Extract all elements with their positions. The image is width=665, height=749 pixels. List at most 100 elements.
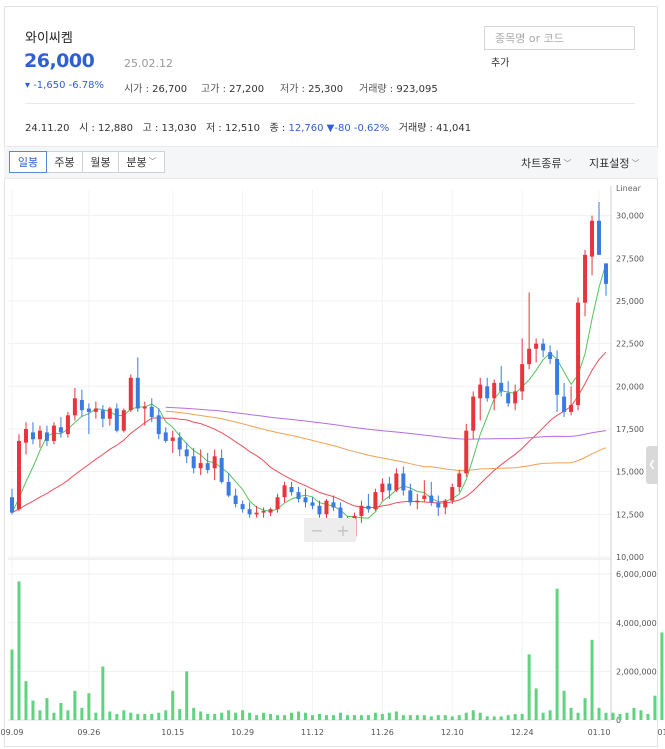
volume-tick-label: 6,000,000 — [616, 570, 657, 579]
candle-up — [492, 382, 497, 399]
volume-bar — [24, 681, 28, 720]
candle-up — [261, 510, 266, 513]
price-tick-label: 12,500 — [616, 510, 644, 519]
candle-up — [471, 396, 476, 431]
candle-down — [548, 352, 553, 359]
ma60-line — [165, 410, 607, 472]
volume-bar — [324, 715, 328, 720]
volume-bar — [73, 690, 77, 720]
candle-up — [520, 364, 525, 392]
date-tick-label: 09.09 — [1, 728, 24, 737]
candle-up — [37, 430, 42, 440]
candle-down — [191, 456, 196, 469]
tab-daily[interactable]: 일봉 — [9, 151, 47, 173]
volume-bar — [660, 632, 664, 720]
zoom-in-button[interactable]: + — [330, 518, 356, 542]
candle-up — [527, 348, 532, 365]
candle-up — [513, 391, 518, 404]
candle-down — [163, 432, 168, 441]
candle-down — [184, 449, 189, 457]
candle-up — [324, 500, 329, 515]
volume-bar — [234, 712, 238, 720]
volume-bar — [597, 707, 601, 720]
side-panel-toggle[interactable]: ❮ — [646, 446, 658, 484]
ma5-line — [11, 263, 607, 519]
candle-down — [289, 487, 294, 493]
candle-up — [422, 495, 427, 499]
volume-bar — [366, 715, 370, 720]
candle-up — [65, 415, 70, 435]
candle-down — [597, 220, 602, 255]
candle-down — [226, 481, 231, 496]
candle-up — [464, 430, 469, 474]
candle-down — [247, 509, 252, 515]
volume-bar — [66, 710, 70, 720]
ma20-line — [11, 351, 607, 514]
candle-up — [583, 254, 588, 303]
candle-up — [142, 406, 147, 409]
volume-bar — [457, 715, 461, 720]
candle-up — [282, 485, 287, 498]
volume-bar — [548, 710, 552, 720]
volume-bar — [485, 716, 489, 720]
candle-down — [485, 386, 490, 399]
volume-bar — [255, 715, 259, 720]
volume-bar — [408, 715, 412, 720]
volume-bar — [227, 710, 231, 720]
price-tick-label: 25,000 — [616, 297, 644, 306]
volume-bar — [262, 712, 266, 720]
volume-bar — [241, 710, 245, 720]
volume-bar — [394, 711, 398, 720]
zoom-out-button[interactable]: − — [304, 518, 330, 542]
volume-bar — [31, 700, 35, 720]
candle-up — [590, 220, 595, 257]
candle-down — [429, 495, 434, 503]
volume-bar — [304, 712, 308, 720]
volume-bar — [492, 716, 496, 720]
price-volume-chart[interactable]: 10,000 12,500 15,000 17,500 20,000 22,500 25,0… — [0, 0, 665, 749]
candle-up — [380, 483, 385, 493]
scale-label: Linear — [616, 184, 642, 193]
candle-down — [296, 492, 301, 499]
candle-up — [72, 398, 77, 416]
candle-up — [107, 408, 112, 419]
volume-bar — [269, 713, 273, 720]
candle-down — [366, 505, 371, 510]
candle-up — [268, 509, 273, 513]
candle-down — [401, 473, 406, 491]
candle-down — [387, 483, 392, 491]
volume-bar — [401, 715, 405, 720]
volume-bar — [590, 639, 594, 720]
volume-bar — [283, 715, 287, 720]
volume-bar — [576, 712, 580, 720]
volume-bar — [317, 713, 321, 720]
candle-up — [121, 410, 126, 431]
volume-bar — [213, 713, 217, 720]
volume-bar — [436, 715, 440, 720]
volume-bar — [527, 654, 531, 720]
volume-bar — [415, 715, 419, 720]
volume-bar — [583, 698, 587, 720]
candle-down — [156, 415, 161, 435]
candle-up — [457, 473, 462, 488]
date-tick-label: 11.26 — [371, 728, 394, 737]
volume-tick-label: 4,000,000 — [616, 619, 657, 628]
candle-up — [275, 497, 280, 510]
candle-up — [478, 384, 483, 399]
volume-bar — [45, 698, 49, 720]
candle-down — [219, 457, 224, 482]
volume-bar — [380, 713, 384, 720]
candle-up — [93, 408, 98, 412]
volume-bar — [359, 715, 363, 720]
volume-bar — [429, 716, 433, 720]
volume-bar — [157, 712, 161, 720]
volume-bar — [632, 707, 636, 720]
candle-down — [506, 393, 511, 404]
volume-bar — [108, 711, 112, 720]
date-tick-label: 10.29 — [231, 728, 254, 737]
volume-bar — [220, 712, 224, 720]
volume-bar — [443, 715, 447, 720]
price-tick-label: 30,000 — [616, 212, 644, 221]
volume-tick-label: 2,000,000 — [616, 667, 657, 676]
volume-bar — [143, 713, 147, 720]
